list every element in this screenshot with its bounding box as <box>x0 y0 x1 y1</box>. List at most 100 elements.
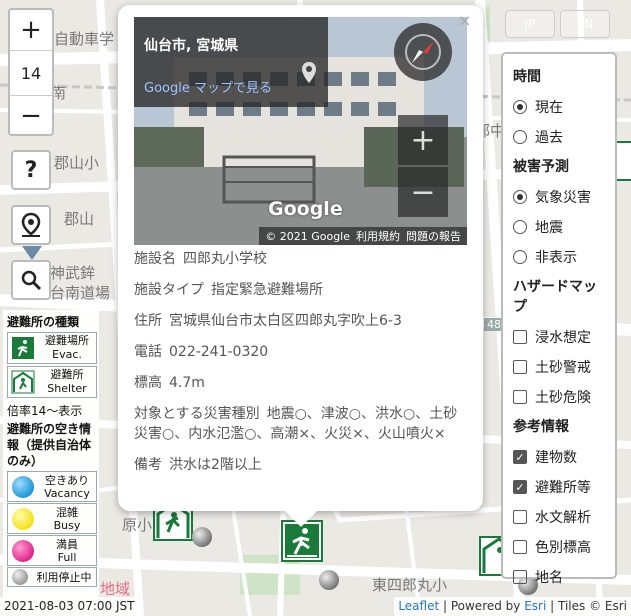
legend-shelter: 避難所 Shelter <box>7 366 97 398</box>
map-label: 自動車学 <box>54 30 115 48</box>
option-label: 浸水想定 <box>535 330 591 346</box>
checkbox-icon[interactable] <box>513 390 527 404</box>
checkbox-icon[interactable] <box>513 360 527 374</box>
lang-en-button[interactable]: EN <box>560 10 610 38</box>
streetview-footer: © 2021 Google 利用規約 問題の報告 <box>259 227 467 245</box>
time-option[interactable]: 過去 <box>513 122 605 152</box>
legend-evac-jp: 避難場所 <box>45 334 89 347</box>
time-option[interactable]: 現在 <box>513 92 605 122</box>
option-label: 地震 <box>535 220 563 236</box>
esri-link[interactable]: Esri <box>524 599 546 613</box>
legend-evac: 避難場所 Evac. <box>7 332 97 364</box>
legend-full: 満員 Full <box>7 535 97 566</box>
legend-busy: 混雑 Busy <box>7 503 97 534</box>
timestamp: 2021-08-03 07:00 JST <box>0 597 139 616</box>
location-pin-icon <box>21 212 41 237</box>
popup-close-button[interactable]: × <box>458 11 471 30</box>
streetview-location-box: 仙台市, 宮城県 Google マップで見る <box>134 17 328 107</box>
legend-title: 避難所の種類 <box>7 315 80 329</box>
damage-option[interactable]: 地震 <box>513 212 605 242</box>
option-label: 色別標高 <box>535 540 591 556</box>
radio-icon[interactable] <box>513 130 527 144</box>
streetview-zoom-in-button[interactable]: + <box>398 115 448 165</box>
locate-button[interactable] <box>11 205 51 245</box>
facility-info-row: 対象とする災害種別 地震○、津波○、洪水○、土砂災害○、内水氾濫○、高潮×、火災… <box>134 404 469 444</box>
google-logo: Google <box>268 198 343 220</box>
option-label: 建物数 <box>535 450 577 466</box>
info-label: 標高 <box>134 375 162 391</box>
damage-option[interactable]: 気象災害 <box>513 182 605 212</box>
info-value: 4.7m <box>169 375 205 391</box>
ref-option[interactable]: 色別標高 <box>513 532 605 562</box>
damage-option[interactable]: 非表示 <box>513 242 605 272</box>
zoom-level: 14 <box>10 51 52 96</box>
damage-section-title: 被害予測 <box>513 159 569 175</box>
ref-option[interactable]: ✓ 建物数 <box>513 442 605 472</box>
google-maps-link[interactable]: Google マップで見る <box>144 77 272 96</box>
ref-option[interactable]: 地名 <box>513 562 605 592</box>
checkbox-icon[interactable] <box>513 510 527 524</box>
option-label: 気象災害 <box>535 190 591 206</box>
hazard-option[interactable]: 土砂危険 <box>513 382 605 412</box>
ref-option[interactable]: 水文解析 <box>513 502 605 532</box>
checkbox-icon[interactable] <box>513 540 527 554</box>
radio-icon[interactable] <box>513 190 527 204</box>
checkbox-icon[interactable] <box>513 570 527 584</box>
status-suspended-icon[interactable] <box>319 570 339 590</box>
hazard-option[interactable]: 土砂警戒 <box>513 352 605 382</box>
facility-popup: 仙台市, 宮城県 Google マップで見る + − Google © 2021… <box>118 5 483 527</box>
streetview-panel[interactable]: 仙台市, 宮城県 Google マップで見る + − Google © 2021… <box>134 17 467 245</box>
compass-icon[interactable] <box>394 23 452 81</box>
question-icon: ? <box>24 157 38 183</box>
map-pin-icon <box>302 62 316 83</box>
info-value: 宮城県仙台市太白区四郎丸字吹上6-3 <box>169 313 402 329</box>
option-label: 現在 <box>535 100 563 116</box>
streetview-report-link[interactable]: 問題の報告 <box>406 228 461 244</box>
legend-vacancy-title: 避難所の空き情報（提供自治体のみ） <box>7 422 92 468</box>
ref-section-title: 参考情報 <box>513 419 569 435</box>
radio-icon[interactable] <box>513 250 527 264</box>
hazard-option[interactable]: 浸水想定 <box>513 322 605 352</box>
time-section-title: 時間 <box>513 69 541 85</box>
facility-info-row: 標高 4.7m <box>134 373 469 393</box>
legend-full-en: Full <box>57 550 77 564</box>
radio-icon[interactable] <box>513 220 527 234</box>
checkbox-icon[interactable]: ✓ <box>513 450 527 464</box>
leaflet-link[interactable]: Leaflet <box>398 599 439 613</box>
info-value: 四郎丸小学校 <box>183 251 267 267</box>
streetview-location: 仙台市, 宮城県 <box>144 38 239 54</box>
zoom-out-button[interactable]: − <box>10 96 52 136</box>
attribution-sep1: | Powered by <box>439 599 525 613</box>
vacancy-dot-icon <box>12 475 34 498</box>
ref-option[interactable]: ✓ 避難所等 <box>513 472 605 502</box>
radio-icon[interactable] <box>513 100 527 114</box>
map-label: 地域 <box>100 580 131 598</box>
legend-vacancy-jp: 空きあり <box>45 473 89 487</box>
full-dot-icon <box>12 539 34 562</box>
status-suspended-icon[interactable] <box>192 527 212 547</box>
info-label: 施設名 <box>134 251 176 267</box>
checkbox-icon[interactable]: ✓ <box>513 480 527 494</box>
map-label: 郡山小 <box>54 154 100 172</box>
info-value: 指定緊急避難場所 <box>211 282 323 298</box>
streetview-zoom-out-button[interactable]: − <box>398 167 448 217</box>
lang-jp-button[interactable]: JP <box>505 10 555 38</box>
legend-evac-en: Evac. <box>52 348 82 361</box>
info-label: 備考 <box>134 457 162 473</box>
checkbox-icon[interactable] <box>513 330 527 344</box>
help-button[interactable]: ? <box>11 150 51 190</box>
facility-info: 施設名 四郎丸小学校 施設タイプ 指定緊急避難場所 住所 宮城県仙台市太白区四郎丸字… <box>134 249 469 486</box>
streetview-copyright: © 2021 Google <box>265 229 350 243</box>
hazard-section-title: ハザードマップ <box>513 279 597 315</box>
layer-panel: 時間 現在過去 被害予測 気象災害地震非表示 ハザードマップ 浸水想定土砂警戒土… <box>501 52 617 586</box>
legend-full-jp: 満員 <box>56 537 78 551</box>
streetview-terms-link[interactable]: 利用規約 <box>356 228 400 244</box>
facility-info-row: 施設名 四郎丸小学校 <box>134 249 469 269</box>
zoom-in-button[interactable]: + <box>10 10 52 51</box>
facility-info-row: 住所 宮城県仙台市太白区四郎丸字吹上6-3 <box>134 311 469 331</box>
search-button[interactable] <box>11 260 51 300</box>
map-label: 東四郎丸小 <box>372 576 448 594</box>
legend-shelter-jp: 避難所 <box>50 368 84 381</box>
legend-scale-note: 倍率14〜表示 <box>7 404 83 418</box>
zoom-control: + 14 − <box>8 8 54 136</box>
